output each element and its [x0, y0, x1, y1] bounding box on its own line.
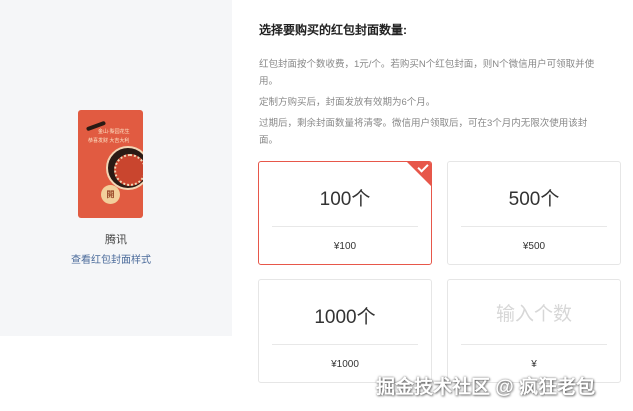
- quantity-option-1000[interactable]: 1000个 ¥1000: [258, 279, 432, 383]
- option-quantity: 100个: [319, 189, 371, 210]
- validity-description-line: 定制方购买后，封面发放有效期为6个月。: [259, 97, 436, 108]
- option-divider: [461, 344, 607, 345]
- option-quantity: 500个: [508, 189, 560, 210]
- pricing-description-line: 用。: [259, 76, 279, 87]
- option-price: ¥500: [522, 241, 546, 252]
- cover-brand-name: 腾讯: [105, 234, 127, 246]
- open-button-icon: 開: [101, 185, 120, 204]
- view-cover-style-link[interactable]: 查看红包封面样式: [0, 251, 222, 266]
- cover-text-line2: 恭喜发财 大吉大利: [88, 138, 130, 144]
- option-divider: [272, 344, 418, 345]
- cover-text-line1: 金山·梨园花生: [98, 129, 130, 135]
- option-divider: [272, 226, 418, 227]
- option-price: ¥100: [333, 241, 357, 252]
- option-price: ¥: [531, 359, 537, 370]
- option-divider: [461, 226, 607, 227]
- purchase-title: 选择要购买的红包封面数量:: [259, 23, 407, 37]
- pricing-description-line: 红包封面按个数收费，1元/个。若购买N个红包封面，则N个微信用户可领取并使: [259, 59, 595, 70]
- watermark: 掘金技术社区 @ 疯狂老包: [376, 377, 596, 398]
- quantity-option-500[interactable]: 500个 ¥500: [447, 161, 621, 265]
- expiry-description-line: 面。: [259, 135, 279, 146]
- cover-plate-illustration: [106, 146, 143, 190]
- option-price: ¥1000: [331, 359, 359, 370]
- expiry-description-line: 过期后，剩余封面数量将清零。微信用户领取后，可在3个月内无限次使用该封: [259, 118, 588, 129]
- custom-quantity-input[interactable]: [468, 302, 600, 328]
- quantity-option-100[interactable]: 100个 ¥100: [258, 161, 432, 265]
- red-envelope-cover-image: 金山·梨园花生 恭喜发财 大吉大利 開: [78, 110, 143, 218]
- option-quantity: 1000个: [314, 307, 376, 328]
- quantity-option-custom[interactable]: ¥: [447, 279, 621, 383]
- cover-preview-panel: 金山·梨园花生 恭喜发财 大吉大利 開 腾讯 查看红包封面样式: [0, 0, 232, 336]
